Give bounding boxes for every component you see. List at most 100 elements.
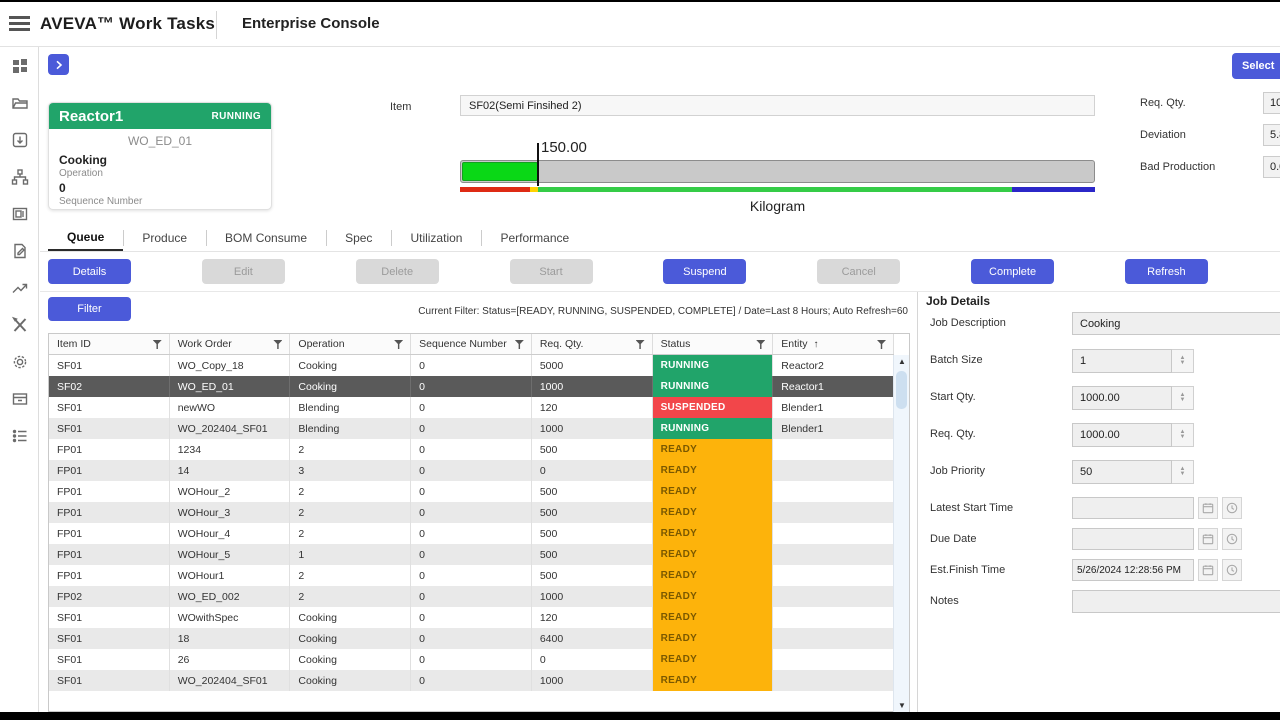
table-row[interactable]: FP01WOHour_320500READY	[49, 502, 894, 523]
field-input[interactable]	[1072, 349, 1172, 373]
import-icon[interactable]	[0, 121, 39, 158]
filter-funnel-icon[interactable]	[756, 340, 765, 349]
clock-icon[interactable]	[1222, 559, 1242, 581]
equipment-icon[interactable]	[0, 195, 39, 232]
table-row[interactable]: FP0114300READY	[49, 460, 894, 481]
tab-performance[interactable]: Performance	[481, 224, 588, 252]
field-input[interactable]	[1072, 528, 1194, 550]
spinner-down-icon[interactable]: ▼	[1180, 435, 1186, 440]
tab-spec[interactable]: Spec	[326, 224, 391, 252]
cell-entity	[773, 586, 894, 607]
table-row[interactable]: SF01WO_202404_SF01Cooking01000READY	[49, 670, 894, 691]
table-row[interactable]: SF01newWOBlending0120SUSPENDEDBlender1	[49, 397, 894, 418]
tab-queue[interactable]: Queue	[48, 224, 123, 252]
cell-item-id: SF01	[49, 607, 170, 628]
filter-funnel-icon[interactable]	[636, 340, 645, 349]
hierarchy-icon[interactable]	[0, 158, 39, 195]
field-input[interactable]	[1263, 92, 1280, 114]
table-row[interactable]: SF0126Cooking00READY	[49, 649, 894, 670]
refresh-button[interactable]: Refresh	[1125, 259, 1208, 284]
calendar-icon[interactable]	[1198, 559, 1218, 581]
scroll-down-icon[interactable]: ▼	[894, 701, 910, 710]
delete-button[interactable]: Delete	[356, 259, 439, 284]
details-button[interactable]: Details	[48, 259, 131, 284]
spinner-down-icon[interactable]: ▼	[1180, 398, 1186, 403]
spinner-buttons[interactable]: ▲▼	[1172, 386, 1194, 410]
spinner-down-icon[interactable]: ▼	[1180, 361, 1186, 366]
menu-icon[interactable]	[9, 16, 30, 32]
field-input[interactable]	[1072, 423, 1172, 447]
cell-operation: 1	[290, 544, 411, 565]
cancel-button[interactable]: Cancel	[817, 259, 900, 284]
table-row[interactable]: FP02WO_ED_002201000READY	[49, 586, 894, 607]
table-row[interactable]: SF02WO_ED_01Cooking01000RUNNINGReactor1	[49, 376, 894, 397]
start-button[interactable]: Start	[510, 259, 593, 284]
clock-icon[interactable]	[1222, 497, 1242, 519]
filter-button[interactable]: Filter	[48, 297, 131, 321]
list-icon[interactable]	[0, 417, 39, 454]
complete-button[interactable]: Complete	[971, 259, 1054, 284]
settings-icon[interactable]	[0, 343, 39, 380]
tab-produce[interactable]: Produce	[123, 224, 206, 252]
cell-work-order: 26	[170, 649, 291, 670]
field-input-group: ▲▼	[1072, 460, 1194, 484]
calendar-icon[interactable]	[1198, 528, 1218, 550]
filter-funnel-icon[interactable]	[273, 340, 282, 349]
folder-icon[interactable]	[0, 84, 39, 121]
column-header-operation: Operation	[290, 334, 411, 354]
filter-funnel-icon[interactable]	[153, 340, 162, 349]
table-row[interactable]: FP01WOHour120500READY	[49, 565, 894, 586]
item-input[interactable]	[460, 95, 1095, 116]
cell-work-order: WOHour_2	[170, 481, 291, 502]
field-input[interactable]	[1072, 386, 1172, 410]
spinner-buttons[interactable]: ▲▼	[1172, 423, 1194, 447]
clock-icon[interactable]	[1222, 528, 1242, 550]
calendar-icon[interactable]	[1198, 497, 1218, 519]
tab-bom-consume[interactable]: BOM Consume	[206, 224, 326, 252]
field-input[interactable]	[1072, 559, 1194, 581]
table-row[interactable]: SF0118Cooking06400READY	[49, 628, 894, 649]
field-input[interactable]	[1072, 590, 1280, 613]
table-row[interactable]: SF01WO_202404_SF01Blending01000RUNNINGBl…	[49, 418, 894, 439]
select-button[interactable]: Select	[1232, 53, 1280, 79]
cell-status: READY	[653, 607, 774, 628]
field-input[interactable]	[1263, 156, 1280, 178]
table-row[interactable]: FP01WOHour_220500READY	[49, 481, 894, 502]
table-row[interactable]: FP01123420500READY	[49, 439, 894, 460]
table-row[interactable]: FP01WOHour_510500READY	[49, 544, 894, 565]
table-row[interactable]: SF01WOwithSpecCooking0120READY	[49, 607, 894, 628]
tab-utilization[interactable]: Utilization	[391, 224, 481, 252]
table-scrollbar[interactable]: ▲ ▼	[893, 355, 909, 712]
item-label: Item	[390, 101, 411, 113]
expand-panel-button[interactable]	[48, 54, 69, 75]
dashboard-icon[interactable]	[0, 47, 39, 84]
table-row[interactable]: SF01WO_Copy_18Cooking05000RUNNINGReactor…	[49, 355, 894, 376]
cell-entity	[773, 607, 894, 628]
cell-status: READY	[653, 460, 774, 481]
edit-document-icon[interactable]	[0, 232, 39, 269]
filter-funnel-icon[interactable]	[394, 340, 403, 349]
cell-req-qty: 5000	[532, 355, 653, 376]
scrollbar-thumb[interactable]	[896, 371, 907, 409]
gauge-marker-line	[537, 143, 539, 186]
field-input[interactable]	[1072, 497, 1194, 519]
job-field-est-finish-time: Est.Finish Time	[930, 559, 1280, 581]
spinner-down-icon[interactable]: ▼	[1180, 472, 1186, 477]
archive-icon[interactable]	[0, 380, 39, 417]
production-fields: Req. Qty.DeviationBad Production	[1140, 90, 1280, 186]
entity-card[interactable]: Reactor1 RUNNING WO_ED_01 Cooking Operat…	[48, 102, 272, 210]
table-row[interactable]: FP01WOHour_420500READY	[49, 523, 894, 544]
spinner-buttons[interactable]: ▲▼	[1172, 349, 1194, 373]
edit-button[interactable]: Edit	[202, 259, 285, 284]
production-field-row: Bad Production	[1140, 154, 1280, 186]
field-input[interactable]	[1263, 124, 1280, 146]
filter-funnel-icon[interactable]	[877, 340, 886, 349]
suspend-button[interactable]: Suspend	[663, 259, 746, 284]
filter-funnel-icon[interactable]	[515, 340, 524, 349]
tools-icon[interactable]	[0, 306, 39, 343]
field-input[interactable]	[1072, 460, 1172, 484]
field-input[interactable]	[1072, 312, 1280, 335]
trend-icon[interactable]	[0, 269, 39, 306]
scroll-up-icon[interactable]: ▲	[894, 357, 910, 366]
spinner-buttons[interactable]: ▲▼	[1172, 460, 1194, 484]
